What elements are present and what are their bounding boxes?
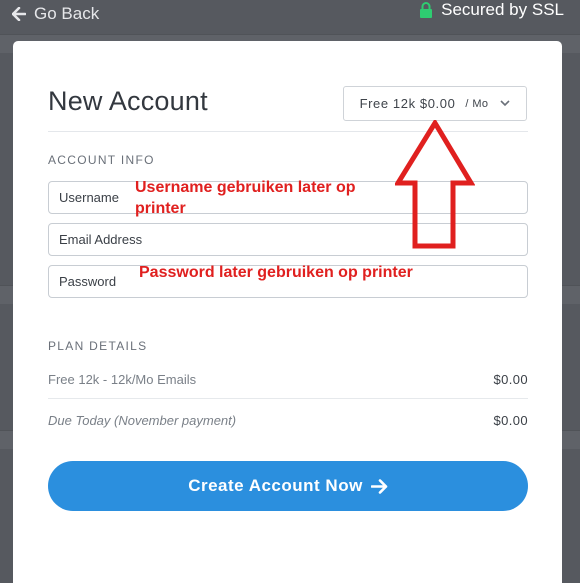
plan-select-value: Free 12k $0.00 (359, 96, 456, 111)
plan-select-period: / Mo (465, 97, 489, 110)
account-info-heading: ACCOUNT INFO (48, 153, 155, 167)
top-bar: Go Back Secured by SSL (0, 0, 580, 30)
plan-details-heading: PLAN DETAILS (48, 339, 148, 353)
username-annotation-line2: printer (135, 200, 186, 217)
plan-select[interactable]: Free 12k $0.00 / Mo (343, 86, 527, 121)
chevron-down-icon (500, 100, 510, 107)
username-annotation: Username gebruiken later op printer (135, 177, 356, 219)
plan-detail-row: Free 12k - 12k/Mo Emails $0.00 (48, 372, 528, 387)
due-today-label: Due Today (November payment) (48, 413, 237, 428)
ssl-label: Secured by SSL (441, 0, 564, 19)
go-back-label: Go Back (34, 4, 100, 23)
lock-icon (420, 2, 433, 18)
arrow-right-icon (370, 478, 388, 494)
create-account-button[interactable]: Create Account Now (48, 461, 528, 511)
go-back-link[interactable]: Go Back (12, 4, 99, 24)
page-title: New Account (48, 86, 208, 116)
plan-detail-value: $0.00 (493, 372, 528, 387)
due-today-value: $0.00 (493, 413, 528, 428)
red-up-arrow-icon (395, 120, 475, 249)
create-account-label: Create Account Now (188, 476, 363, 495)
divider (48, 398, 528, 399)
plan-detail-label: Free 12k - 12k/Mo Emails (48, 372, 197, 387)
signup-card: New Account Free 12k $0.00 / Mo ACCOUNT … (13, 41, 562, 583)
username-annotation-line1: Username gebruiken later op (135, 179, 356, 196)
arrow-left-icon (12, 7, 26, 21)
ssl-badge: Secured by SSL (419, 0, 564, 20)
due-today-row: Due Today (November payment) $0.00 (48, 413, 528, 428)
password-annotation: Password later gebruiken op printer (139, 264, 413, 281)
